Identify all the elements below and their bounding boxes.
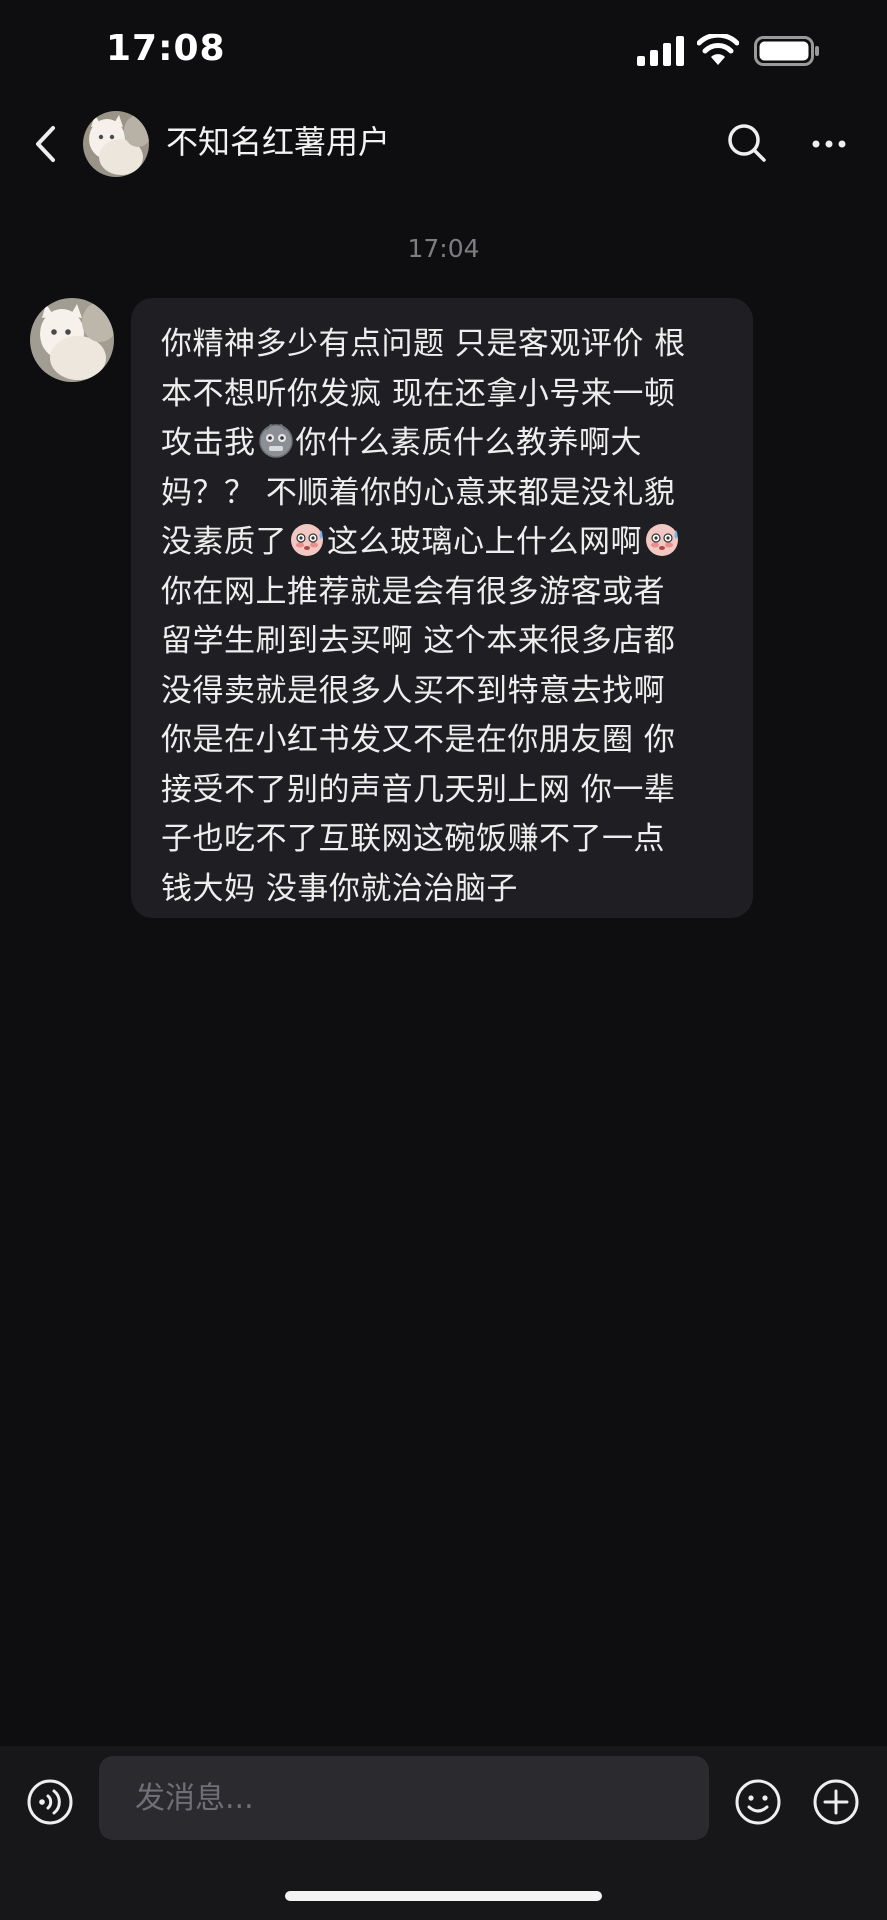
sweat-blush-emoji <box>646 524 678 556</box>
contact-name[interactable]: 不知名红薯用户 <box>166 120 390 164</box>
message-line: 妈？？ 不顺着你的心意来都是没礼貌 <box>161 469 723 519</box>
message-text: 留学生刷到去买啊 这个本来很多店都 <box>161 623 676 659</box>
message-line: 你是在小红书发又不是在你朋友圈 你 <box>161 716 723 766</box>
more-icon <box>812 140 846 148</box>
message-line: 钱大妈 没事你就治治脑子 <box>161 865 723 915</box>
chat-header: 不知名红薯用户 <box>0 100 887 190</box>
search-icon <box>728 124 766 162</box>
message-line: 没素质了 这么玻璃心上什么网啊 <box>161 518 723 568</box>
voice-icon <box>27 1779 73 1825</box>
cat-avatar-image <box>83 111 149 177</box>
message-text: 攻击我 <box>161 425 256 461</box>
plus-button[interactable] <box>810 1776 862 1828</box>
message-text: 子也吃不了互联网这碗饭赚不了一点 <box>161 821 665 857</box>
message-line: 本不想听你发疯 现在还拿小号来一顿 <box>161 370 723 420</box>
message-text: 你什么素质什么教养啊大 <box>295 425 642 461</box>
message-input[interactable] <box>99 1756 709 1840</box>
sweat-blush-emoji <box>291 524 323 556</box>
signal-icon <box>637 36 684 66</box>
status-bar: 17:08 <box>0 0 887 100</box>
contact-avatar[interactable] <box>83 111 149 177</box>
message-text: 本不想听你发疯 现在还拿小号来一顿 <box>161 375 676 412</box>
message-line: 留学生刷到去买啊 这个本来很多店都 <box>161 617 723 667</box>
message-line: 子也吃不了互联网这碗饭赚不了一点 <box>161 815 723 865</box>
message-text: 没素质了 <box>161 524 287 560</box>
search-button[interactable] <box>722 118 772 168</box>
home-indicator[interactable] <box>285 1891 602 1901</box>
message-text: 这么玻璃心上什么网啊 <box>327 524 642 560</box>
message-line: 你精神多少有点问题 只是客观评价 根 <box>161 320 723 370</box>
message-text: 你在网上推荐就是会有很多游客或者 <box>161 573 665 610</box>
status-time: 17:08 <box>106 28 226 69</box>
wifi-icon <box>697 34 739 65</box>
input-bar <box>0 1746 887 1858</box>
back-icon <box>36 126 55 162</box>
message-line: 没得卖就是很多人买不到特意去找啊 <box>161 667 723 717</box>
message-text: 没得卖就是很多人买不到特意去找啊 <box>161 672 665 709</box>
message-text: 接受不了别的声音几天别上网 你一辈 <box>161 771 676 808</box>
message-line: 攻击我 你什么素质什么教养啊大 <box>161 419 723 469</box>
message-text: 你是在小红书发又不是在你朋友圈 你 <box>161 722 676 758</box>
bottom-safe-area <box>0 1858 887 1920</box>
grimace-face-emoji <box>258 424 293 458</box>
back-button[interactable] <box>22 120 70 168</box>
message-text: 妈？？ 不顺着你的心意来都是没礼貌 <box>161 474 676 511</box>
message-timestamp: 17:04 <box>407 234 480 263</box>
message-text: 你精神多少有点问题 只是客观评价 根 <box>161 326 686 362</box>
more-button[interactable] <box>806 122 852 166</box>
message-line: 你在网上推荐就是会有很多游客或者 <box>161 568 723 618</box>
sender-avatar[interactable] <box>30 298 114 382</box>
message-line: 接受不了别的声音几天别上网 你一辈 <box>161 766 723 816</box>
message-text: 钱大妈 没事你就治治脑子 <box>161 870 518 907</box>
plus-icon <box>813 1779 859 1825</box>
emoji-icon <box>735 1779 781 1825</box>
cat-avatar-image <box>30 298 114 382</box>
message-bubble[interactable]: 你精神多少有点问题 只是客观评价 根本不想听你发疯 现在还拿小号来一顿 攻击我 你什… <box>131 298 753 918</box>
emoji-button[interactable] <box>732 1776 784 1828</box>
battery-icon <box>754 36 819 66</box>
voice-button[interactable] <box>24 1776 76 1828</box>
